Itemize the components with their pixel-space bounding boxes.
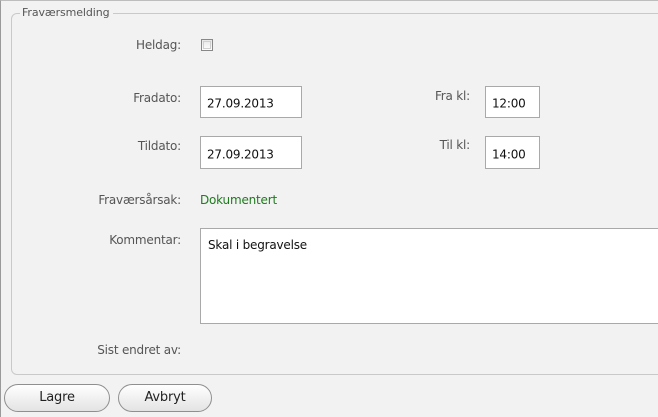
heldag-checkbox[interactable]	[201, 39, 213, 51]
tildato-value: 27.09.2013	[207, 147, 274, 162]
kommentar-value: Skal i begravelse	[208, 238, 307, 252]
tilkl-input[interactable]: 14:00	[485, 136, 540, 169]
save-button[interactable]: Lagre	[4, 384, 110, 412]
tildato-input[interactable]: 27.09.2013	[200, 136, 302, 169]
kommentar-textarea[interactable]: Skal i begravelse	[200, 228, 658, 324]
fradato-label: Fradato:	[133, 91, 181, 105]
arsak-value: Dokumentert	[200, 193, 277, 207]
tilkl-label: Til kl:	[439, 138, 471, 152]
frakl-value: 12:00	[492, 96, 526, 111]
fradato-value: 27.09.2013	[207, 96, 274, 111]
fieldset-legend: Fraværsmelding	[20, 6, 113, 19]
heldag-label: Heldag:	[136, 38, 181, 52]
arsak-label: Fraværsårsak:	[98, 193, 181, 207]
fradato-input[interactable]: 27.09.2013	[200, 86, 302, 118]
tildato-label: Tildato:	[137, 139, 181, 153]
kommentar-label: Kommentar:	[109, 233, 181, 247]
frakl-input[interactable]: 12:00	[485, 86, 540, 118]
sist-endret-label: Sist endret av:	[97, 343, 181, 357]
frakl-label: Fra kl:	[434, 89, 470, 103]
cancel-button[interactable]: Avbryt	[118, 384, 212, 412]
tilkl-value: 14:00	[492, 147, 526, 162]
